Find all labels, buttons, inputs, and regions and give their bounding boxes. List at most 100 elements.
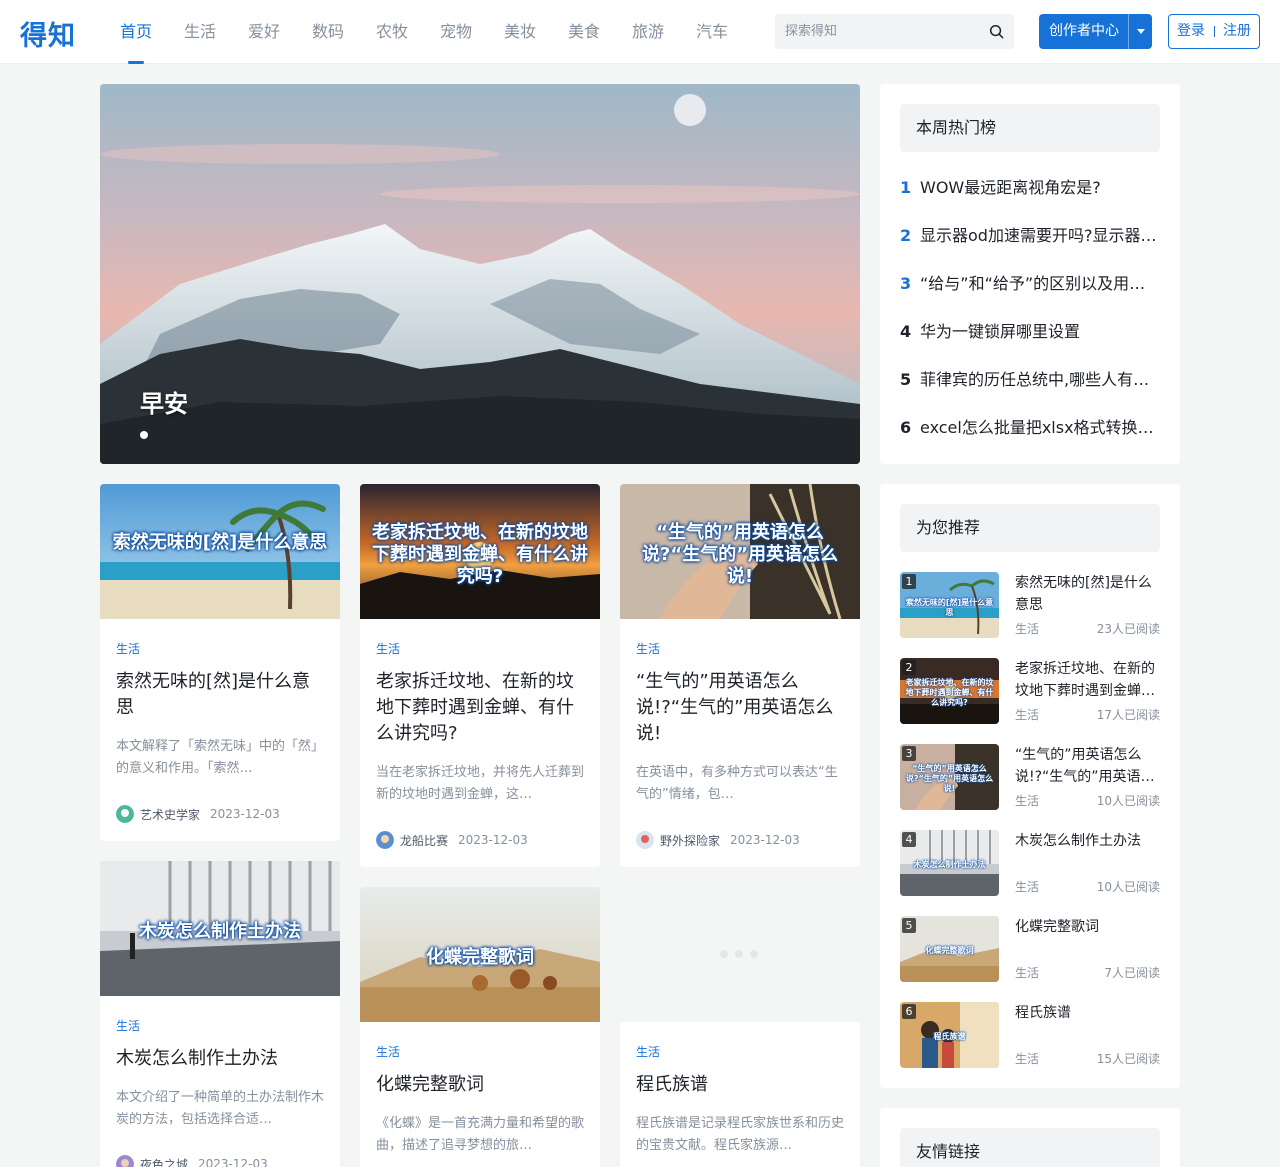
avatar[interactable] [376, 831, 394, 849]
article-category[interactable]: 生活 [116, 1017, 140, 1034]
thumbnail-caption: “生气的”用英语怎么说?“生气的”用英语怎么说! [905, 764, 994, 793]
hot-item-title[interactable]: 菲律宾的历任总统中,哪些人有华人血统 [920, 368, 1160, 392]
nav-hobby[interactable]: 爱好 [232, 0, 296, 64]
publish-date: 2023-12-03 [458, 833, 528, 847]
recommend-title[interactable]: 木炭怎么制作土办法 [1015, 830, 1160, 852]
hot-list-item[interactable]: 5 菲律宾的历任总统中,哪些人有华人血统 [900, 368, 1160, 392]
recommend-category[interactable]: 生活 [1015, 1050, 1039, 1067]
article-title[interactable]: 老家拆迁坟地、在新的坟地下葬时遇到金蝉、有什么讲究吗? [376, 669, 584, 747]
recommend-item[interactable]: 化蝶完整歌词 5 化蝶完整歌词 生活 7人已阅读 [900, 916, 1160, 982]
login-link[interactable]: 登录 [1177, 15, 1205, 48]
nav-food[interactable]: 美食 [552, 0, 616, 64]
article-card[interactable]: 木炭怎么制作土办法 生活 木炭怎么制作土办法 本文介绍了一种简单的土办法制作木炭… [100, 861, 340, 1167]
recommend-thumbnail[interactable]: 索然无味的[然]是什么意思 1 [900, 572, 999, 638]
article-title[interactable]: 程氏族谱 [636, 1072, 844, 1098]
article-thumbnail[interactable]: 老家拆迁坟地、在新的坟地下葬时遇到金蝉、有什么讲究吗? [360, 484, 600, 619]
search-icon[interactable] [989, 24, 1004, 39]
article-title[interactable]: “生气的”用英语怎么说!?“生气的”用英语怎么说! [636, 669, 844, 747]
site-logo[interactable]: 得知 [20, 14, 76, 53]
article-summary: 《化蝶》是一首充满力量和希望的歌曲，描述了追寻梦想的旅… [376, 1116, 585, 1153]
creator-center-button[interactable]: 创作者中心 [1039, 14, 1152, 49]
recommend-item[interactable]: 木炭怎么制作土办法 4 木炭怎么制作土办法 生活 10人已阅读 [900, 830, 1160, 896]
nav-travel[interactable]: 旅游 [616, 0, 680, 64]
article-card[interactable]: “生气的”用英语怎么说?“生气的”用英语怎么说! 生活 “生气的”用英语怎么说!… [620, 484, 860, 867]
recommend-thumbnail[interactable]: 化蝶完整歌词 5 [900, 916, 999, 982]
nav-digital[interactable]: 数码 [296, 0, 360, 64]
creator-center-label: 创作者中心 [1049, 23, 1119, 39]
avatar[interactable] [116, 1155, 134, 1167]
hot-item-title[interactable]: 显示器od加速需要开吗?显示器od加速需要开吗 [920, 224, 1160, 248]
recommend-category[interactable]: 生活 [1015, 792, 1039, 809]
carousel-indicator[interactable] [140, 431, 148, 439]
recommend-title[interactable]: 老家拆迁坟地、在新的坟地下葬时遇到金蝉、有什么讲究吗? [1015, 658, 1160, 702]
author-name[interactable]: 艺术史学家 [140, 806, 200, 823]
article-category[interactable]: 生活 [376, 1043, 400, 1060]
recommend-title[interactable]: 索然无味的[然]是什么意思 [1015, 572, 1160, 616]
hot-item-title[interactable]: WOW最远距离视角宏是? [920, 176, 1160, 200]
recommend-category[interactable]: 生活 [1015, 878, 1039, 895]
recommend-category[interactable]: 生活 [1015, 620, 1039, 637]
rank-number: 2 [900, 226, 912, 245]
hero-banner[interactable]: 早安 [100, 84, 860, 464]
article-thumbnail[interactable]: 化蝶完整歌词 [360, 887, 600, 1022]
recommend-thumbnail[interactable]: 木炭怎么制作土办法 4 [900, 830, 999, 896]
article-category[interactable]: 生活 [636, 1043, 660, 1060]
rank-badge: 1 [902, 574, 916, 589]
article-title[interactable]: 木炭怎么制作土办法 [116, 1046, 324, 1072]
thumbnail-caption: “生气的”用英语怎么说?“生气的”用英语怎么说! [641, 522, 839, 587]
avatar[interactable] [116, 805, 134, 823]
hot-list-item[interactable]: 3 “给与”和“给予”的区别以及用法是什么 [900, 272, 1160, 296]
nav-life[interactable]: 生活 [168, 0, 232, 64]
recommend-category[interactable]: 生活 [1015, 706, 1039, 723]
article-thumbnail[interactable]: “生气的”用英语怎么说?“生气的”用英语怎么说! [620, 484, 860, 619]
hot-list-item[interactable]: 4 华为一键锁屏哪里设置 [900, 320, 1160, 344]
article-title[interactable]: 索然无味的[然]是什么意思 [116, 669, 324, 721]
author-name[interactable]: 龙船比赛 [400, 832, 448, 849]
nav-pets[interactable]: 宠物 [424, 0, 488, 64]
article-card[interactable]: 化蝶完整歌词 生活 化蝶完整歌词 《化蝶》是一首充满力量和希望的歌曲，描述了追寻… [360, 887, 600, 1167]
article-thumbnail[interactable]: 索然无味的[然]是什么意思 [100, 484, 340, 619]
friend-links-heading: 友情链接 [900, 1128, 1160, 1167]
recommend-item[interactable]: “生气的”用英语怎么说?“生气的”用英语怎么说! 3 “生气的”用英语怎么说!?… [900, 744, 1160, 810]
article-category[interactable]: 生活 [636, 640, 660, 657]
author-name[interactable]: 野外探险家 [660, 832, 720, 849]
search-input[interactable] [775, 14, 980, 49]
thumbnail-caption: 程氏族谱 [933, 1032, 966, 1041]
author-name[interactable]: 夜色之城 [140, 1156, 188, 1167]
article-title[interactable]: 化蝶完整歌词 [376, 1072, 584, 1098]
article-category[interactable]: 生活 [376, 640, 400, 657]
read-count: 23人已阅读 [1096, 622, 1160, 636]
article-category[interactable]: 生活 [116, 640, 140, 657]
hot-item-title[interactable]: 华为一键锁屏哪里设置 [920, 320, 1160, 344]
nav-home[interactable]: 首页 [104, 0, 168, 64]
article-card[interactable]: 索然无味的[然]是什么意思 生活 索然无味的[然]是什么意思 本文解释了「索然无… [100, 484, 340, 841]
recommend-item[interactable]: 索然无味的[然]是什么意思 1 索然无味的[然]是什么意思 生活 23人已阅读 [900, 572, 1160, 638]
recommend-title[interactable]: “生气的”用英语怎么说!?“生气的”用英语怎么说! [1015, 744, 1160, 788]
hot-item-title[interactable]: “给与”和“给予”的区别以及用法是什么 [920, 272, 1160, 296]
register-link[interactable]: 注册 [1223, 15, 1251, 48]
avatar[interactable] [636, 831, 654, 849]
hot-list-item[interactable]: 1 WOW最远距离视角宏是? [900, 176, 1160, 200]
recommend-thumbnail[interactable]: 程氏族谱 6 [900, 1002, 999, 1068]
nav-farming[interactable]: 农牧 [360, 0, 424, 64]
recommend-thumbnail[interactable]: 老家拆迁坟地、在新的坟地下葬时遇到金蝉、有什么讲究吗? 2 [900, 658, 999, 724]
recommend-item[interactable]: 老家拆迁坟地、在新的坟地下葬时遇到金蝉、有什么讲究吗? 2 老家拆迁坟地、在新的… [900, 658, 1160, 724]
read-count: 10人已阅读 [1096, 880, 1160, 894]
nav-auto[interactable]: 汽车 [680, 0, 744, 64]
recommend-title[interactable]: 程氏族谱 [1015, 1002, 1160, 1024]
recommend-category[interactable]: 生活 [1015, 964, 1039, 981]
article-card[interactable]: 老家拆迁坟地、在新的坟地下葬时遇到金蝉、有什么讲究吗? 生活 老家拆迁坟地、在新… [360, 484, 600, 867]
hot-list-item[interactable]: 6 excel怎么批量把xlsx格式转换为xls [900, 416, 1160, 440]
hot-list-item[interactable]: 2 显示器od加速需要开吗?显示器od加速需要开吗 [900, 224, 1160, 248]
article-thumbnail[interactable]: 木炭怎么制作土办法 [100, 861, 340, 996]
article-summary: 在英语中，有多种方式可以表达“生气的”情绪，包… [636, 765, 838, 802]
recommend-title[interactable]: 化蝶完整歌词 [1015, 916, 1160, 938]
article-card[interactable]: 生活 程氏族谱 程氏族谱是记录程氏家族世系和历史的宝贵文献。程氏家族源… [620, 1022, 860, 1167]
recommend-thumbnail[interactable]: “生气的”用英语怎么说?“生气的”用英语怎么说! 3 [900, 744, 999, 810]
nav-beauty[interactable]: 美妆 [488, 0, 552, 64]
recommend-item[interactable]: 程氏族谱 6 程氏族谱 生活 15人已阅读 [900, 1002, 1160, 1068]
recommend-panel: 为您推荐 索然无味的[然]是什么意思 1 索然无味的[然]是什么意思 生活 23… [880, 484, 1180, 1088]
chevron-down-icon[interactable] [1137, 29, 1145, 34]
banner-mountain-image [100, 84, 860, 464]
hot-item-title[interactable]: excel怎么批量把xlsx格式转换为xls [920, 416, 1160, 440]
